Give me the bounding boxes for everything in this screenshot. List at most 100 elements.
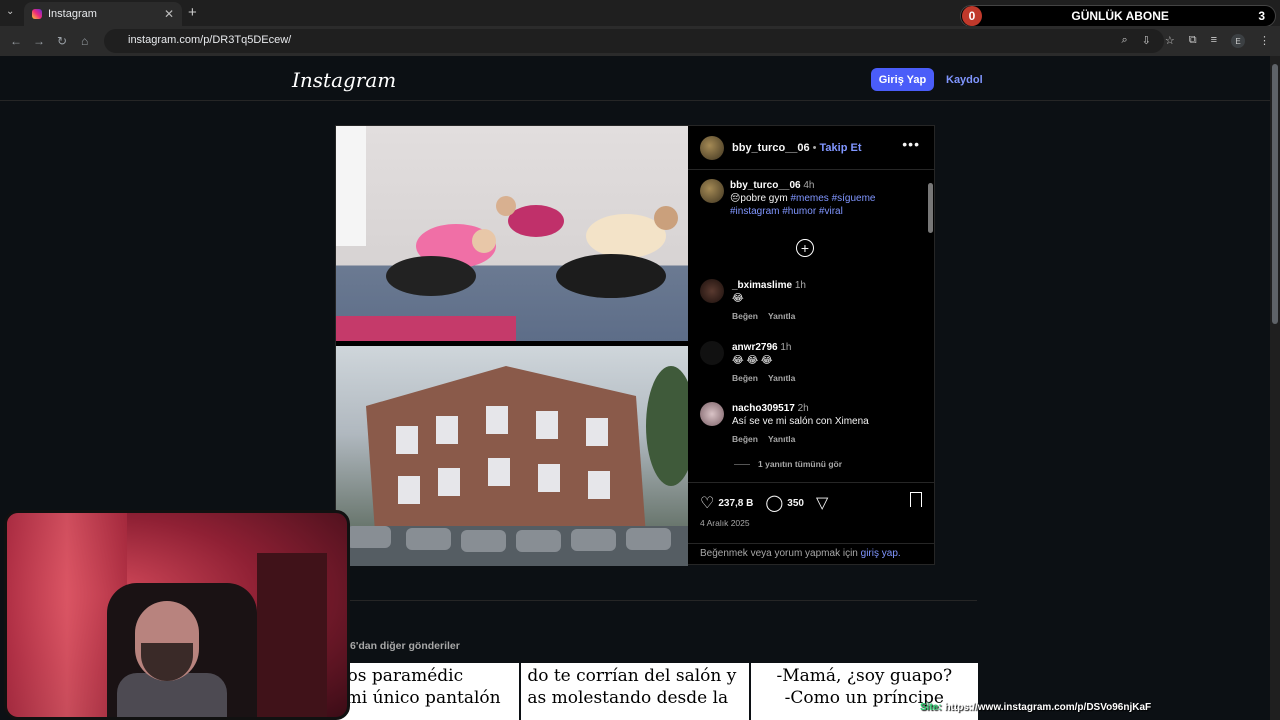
grid-post-line: -Mamá, ¿soy guapo? [776,666,953,686]
caption-avatar[interactable] [700,179,724,203]
comments-scrollbar[interactable] [927,171,934,481]
comment-username[interactable]: nacho309517 [732,403,795,414]
profile-avatar[interactable]: E [1231,34,1245,48]
bookmark-star-icon[interactable]: ☆ [1165,34,1175,48]
section-divider [335,600,977,601]
stream-url-overlay: Site: https://www.instagram.com/p/DSVo96… [920,702,1151,713]
yoga-figures-illustration [336,126,678,341]
comment-bubble-icon[interactable]: ◯ [765,493,783,513]
instagram-header: Instagram Giriş Yap Kaydol [0,56,1270,101]
commenter-avatar[interactable] [700,279,724,303]
browser-tab-strip: ⌄ Instagram ✕ + 0 GÜNLÜK ABONE 3 [0,0,1280,27]
comment-time: 1h [780,342,792,353]
author-username[interactable]: bby_turco__06 [732,142,810,154]
streamer-webcam-overlay [4,510,350,720]
comment-item: _bximaslime 1h 😂 Beğen Yanıtla [700,279,920,321]
subscriber-left-count: 0 [962,6,982,26]
home-icon[interactable]: ⌂ [81,34,88,48]
comment-count: 350 [787,497,804,509]
subscriber-right-count: 3 [1258,9,1265,23]
install-app-icon[interactable]: ⇩ [1142,34,1151,48]
grid-post-thumbnail[interactable]: do te corrían del salón y as molestando … [521,663,749,720]
comments-list[interactable]: bby_turco__06 4h 😔pobre gym #memes #sígu… [688,171,926,481]
comment-text: 😂 [732,293,744,304]
comments-scrollbar-thumb[interactable] [928,183,933,233]
caption-username[interactable]: bby_turco__06 [730,180,801,191]
browser-menu-icon[interactable]: ⋮ [1259,34,1270,48]
login-prompt-link[interactable]: giriş yap. [861,548,901,559]
more-posts-grid: l ver los paramédic ando mi único pantal… [292,663,978,720]
comment-item: anwr2796 1h 😂 😂 😂 Beğen Yanıtla [700,341,920,383]
replies-dash [734,463,750,465]
address-bar-row: ← → ↻ ⌂ instagram.com/p/DR3Tq5DEcew/ ⌕ ⇩… [0,26,1280,56]
commenter-avatar[interactable] [700,402,724,426]
view-replies-link[interactable]: 1 yanıtın tümünü gör [734,459,842,469]
comment-time: 2h [797,403,809,414]
login-prompt: Beğenmek veya yorum yapmak için giriş ya… [688,543,934,563]
comment-item: nacho309517 2h Así se ve mi salón con Xi… [700,402,920,444]
subscriber-title: GÜNLÜK ABONE [1071,9,1169,23]
zoom-icon[interactable]: ⌕ [1121,34,1127,48]
post-card: bby_turco__06 • Takip Et ••• bby_turco__… [335,125,935,566]
like-comment-button[interactable]: Beğen [732,434,758,444]
url-text: instagram.com/p/DR3Tq5DEcew/ [128,34,292,46]
instagram-favicon-icon [32,9,42,19]
url-input[interactable]: instagram.com/p/DR3Tq5DEcew/ [104,29,1164,53]
post-sidebar: bby_turco__06 • Takip Et ••• bby_turco__… [688,126,934,566]
reply-comment-button[interactable]: Yanıtla [768,373,795,383]
new-tab-button[interactable]: + [188,4,197,21]
load-more-comments-icon[interactable]: + [796,239,814,257]
author-avatar[interactable] [700,135,724,160]
stream-url-text: https://www.instagram.com/p/DSVo96njKaF [944,702,1152,713]
save-bookmark-icon[interactable] [910,492,922,507]
follow-button[interactable]: Takip Et [820,142,862,154]
instagram-logo[interactable]: Instagram [292,68,396,92]
more-posts-heading: 6'dan diğer gönderiler [350,640,460,652]
like-heart-icon[interactable]: ♡ [700,493,714,513]
comment-text: Así se ve mi salón con Ximena [732,416,869,427]
tab-search-icon[interactable]: ⌄ [6,6,14,17]
post-caption: bby_turco__06 4h 😔pobre gym #memes #sígu… [700,179,920,218]
webcam-shelf [257,553,327,717]
subscriber-widget: 0 GÜNLÜK ABONE 3 [960,5,1276,27]
commenter-avatar[interactable] [700,341,724,365]
extensions-icon[interactable]: ⧉ [1189,34,1197,48]
forward-icon[interactable]: → [33,34,45,48]
caption-text: 😔pobre gym [730,193,788,204]
like-comment-button[interactable]: Beğen [732,311,758,321]
action-row: ♡ 237,8 B ◯ 350 ▽ [700,493,828,513]
post-author-bar: bby_turco__06 • Takip Et ••• [688,126,934,170]
comment-time: 1h [794,280,806,291]
media-controls-icon[interactable]: ≡ [1211,34,1217,48]
back-icon[interactable]: ← [10,34,22,48]
separator-dot: • [812,141,817,154]
comment-username[interactable]: anwr2796 [732,342,778,353]
browser-tab[interactable]: Instagram ✕ [24,2,182,26]
share-send-icon[interactable]: ▽ [816,493,828,513]
page-scrollbar[interactable] [1270,56,1280,720]
reply-comment-button[interactable]: Yanıtla [768,311,795,321]
yoga-class-image [336,126,688,341]
comment-username[interactable]: _bximaslime [732,280,792,291]
login-prompt-text: Beğenmek veya yorum yapmak için [700,548,858,559]
grid-post-line: as molestando desde la [527,688,729,708]
grid-post-line: do te corrían del salón y [527,666,737,686]
view-replies-text: 1 yanıtın tümünü gör [758,459,843,469]
stream-url-prefix: Site: [920,702,942,713]
building-illustration [336,366,688,566]
signup-link[interactable]: Kaydol [946,74,983,86]
reply-comment-button[interactable]: Yanıtla [768,434,795,444]
login-button[interactable]: Giriş Yap [871,68,934,91]
post-actions: ♡ 237,8 B ◯ 350 ▽ 4 Aralık 2025 Beğenmek… [688,482,934,566]
comment-text: 😂 😂 😂 [732,355,773,366]
caption-time: 4h [803,180,815,191]
tilted-building-image [336,346,688,566]
tab-title: Instagram [48,8,97,20]
like-comment-button[interactable]: Beğen [732,373,758,383]
like-count: 237,8 B [718,497,754,509]
page-scrollbar-thumb[interactable] [1272,64,1278,324]
post-media[interactable] [336,126,688,566]
close-tab-icon[interactable]: ✕ [164,7,174,21]
reload-icon[interactable]: ↻ [57,34,67,48]
more-options-icon[interactable]: ••• [902,136,920,152]
